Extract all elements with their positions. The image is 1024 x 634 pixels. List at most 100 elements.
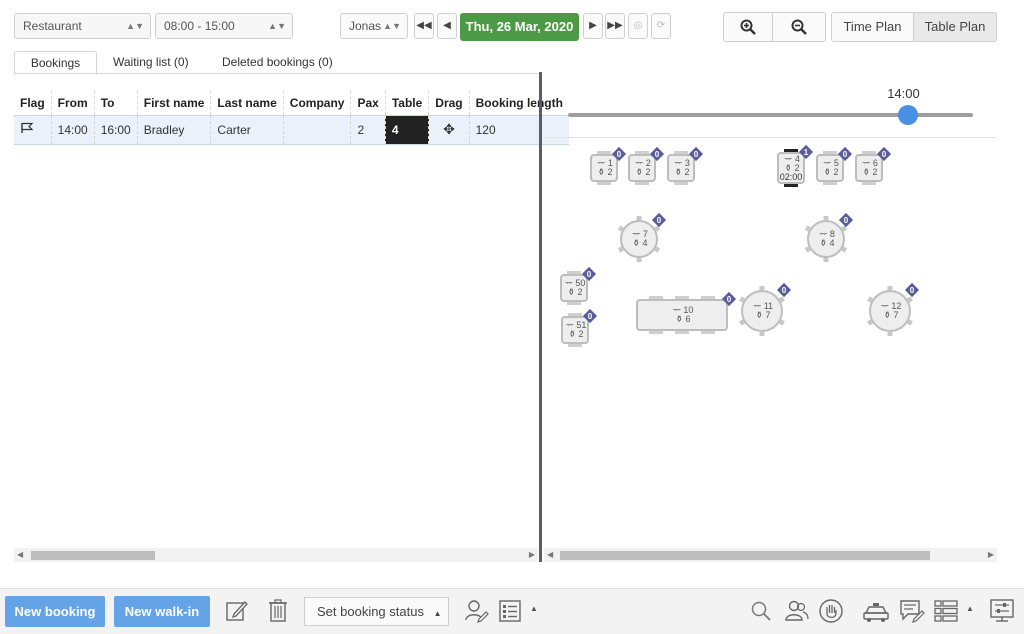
list-view-icon[interactable] <box>497 598 523 624</box>
floor-table-10[interactable]: ᅲ 10⚱ 60 <box>636 291 737 334</box>
floor-table-1[interactable]: ᅲ 1⚱ 20 <box>590 146 627 185</box>
assign-guest-icon[interactable] <box>463 598 489 624</box>
booking-count-label: 0 <box>588 312 593 321</box>
scroll-left-icon[interactable]: ◀ <box>547 548 553 562</box>
col-header-pax[interactable]: Pax <box>350 91 386 115</box>
pax-cell[interactable]: 2 <box>350 114 386 145</box>
sort-arrows-icon: ▲▼ <box>126 21 144 31</box>
col-header-drag[interactable]: Drag <box>428 91 470 115</box>
table-seats: ⚱ 2 <box>823 167 838 177</box>
panel-splitter[interactable] <box>539 72 542 562</box>
bookings-horizontal-scrollbar[interactable]: ◀ ▶ <box>14 548 538 562</box>
booking-count-label: 0 <box>655 150 660 159</box>
venue-select-value: Restaurant <box>23 19 82 33</box>
caret-up-icon[interactable]: ▲ <box>966 604 974 613</box>
scroll-right-icon[interactable]: ▶ <box>988 548 994 562</box>
tab-deleted-bookings[interactable]: Deleted bookings (0) <box>208 51 347 75</box>
new-walkin-button[interactable]: New walk-in <box>114 596 210 627</box>
edit-icon[interactable] <box>224 598 250 624</box>
settings-sliders-icon[interactable] <box>988 598 1016 624</box>
drag-cell[interactable]: ✥ <box>428 114 470 145</box>
time-slider-thumb[interactable] <box>898 105 919 125</box>
first-day-button[interactable]: ◀◀ <box>414 13 434 39</box>
col-header-flag[interactable]: Flag <box>14 91 52 115</box>
table-plan-canvas: ᅲ 1⚱ 20ᅲ 2⚱ 20ᅲ 3⚱ 20 ᅲ 4⚱ 202:001ᅲ 5⚱ 20… <box>560 144 920 347</box>
scrollbar-thumb[interactable] <box>31 551 155 560</box>
user-select[interactable]: Jonas ▲▼ <box>340 13 408 39</box>
today-button[interactable]: ◎ <box>628 13 648 39</box>
table-row[interactable]: 14:00 16:00 Bradley Carter 2 4 ✥ 120 <box>14 114 569 145</box>
col-header-last-name[interactable]: Last name <box>210 91 284 115</box>
search-icon[interactable] <box>750 600 772 622</box>
refresh-button[interactable]: ⟳ <box>651 13 671 39</box>
floor-table-4[interactable]: ᅲ 4⚱ 202:001 <box>777 144 814 187</box>
time-range-select[interactable]: 08:00 - 15:00 ▲▼ <box>155 13 293 39</box>
chair <box>867 319 874 326</box>
floor-table-50[interactable]: ᅲ 50⚱ 20 <box>560 266 597 305</box>
table-plan-button[interactable]: Table Plan <box>913 12 997 42</box>
next-day-button[interactable]: ▶ <box>583 13 603 39</box>
chair <box>784 184 798 187</box>
chair <box>867 296 874 303</box>
chair <box>674 182 688 185</box>
chair <box>778 296 785 303</box>
table-cell[interactable]: 4 <box>385 114 430 145</box>
company-cell[interactable] <box>283 114 352 145</box>
chair <box>597 151 611 154</box>
table-seats: ⚱ 2 <box>597 167 612 177</box>
floor-table-6[interactable]: ᅲ 6⚱ 20 <box>855 146 892 185</box>
booking-count-label: 0 <box>844 216 849 225</box>
move-icon[interactable]: ✥ <box>443 121 455 137</box>
col-header-table[interactable]: Table <box>385 91 430 115</box>
message-edit-icon[interactable] <box>898 598 926 624</box>
scrollbar-thumb[interactable] <box>560 551 930 560</box>
table-seats: ⚱ 2 <box>567 287 582 297</box>
chair <box>778 319 785 326</box>
floor-table-12[interactable]: ᅲ 12⚱ 70 <box>867 282 920 336</box>
flag-icon <box>21 122 34 133</box>
floor-table-5[interactable]: ᅲ 5⚱ 20 <box>816 146 853 185</box>
caret-up-icon[interactable]: ▲ <box>530 604 538 613</box>
taxi-icon[interactable] <box>862 600 890 624</box>
prev-day-button[interactable]: ◀ <box>437 13 457 39</box>
col-header-from[interactable]: From <box>51 91 95 115</box>
floor-table-8[interactable]: ᅲ 8⚱ 40 <box>804 212 854 262</box>
chair <box>617 246 624 253</box>
last-day-button[interactable]: ▶▶ <box>605 13 625 39</box>
to-cell[interactable]: 16:00 <box>94 114 138 145</box>
layout-list-icon[interactable] <box>933 599 959 623</box>
from-cell[interactable]: 14:00 <box>51 114 95 145</box>
floor-table-7[interactable]: ᅲ 7⚱ 40 <box>617 212 667 262</box>
venue-select[interactable]: Restaurant ▲▼ <box>14 13 151 39</box>
hand-stop-icon[interactable] <box>818 598 844 624</box>
col-header-first-name[interactable]: First name <box>137 91 212 115</box>
table-seats: ⚱ 7 <box>883 310 898 320</box>
zoom-out-button[interactable] <box>772 12 826 42</box>
floor-table-11[interactable]: ᅲ 11⚱ 70 <box>739 282 792 336</box>
tab-bookings[interactable]: Bookings <box>14 51 97 75</box>
chair <box>841 225 848 232</box>
chair <box>649 296 663 299</box>
time-plan-button[interactable]: Time Plan <box>831 12 914 42</box>
trash-icon[interactable] <box>266 598 290 624</box>
col-header-booking-length[interactable]: Booking length <box>469 91 569 115</box>
tab-waiting-list[interactable]: Waiting list (0) <box>99 51 203 75</box>
first-name-cell[interactable]: Bradley <box>137 114 212 145</box>
chair <box>823 151 837 154</box>
guests-icon[interactable] <box>784 598 810 624</box>
plan-horizontal-scrollbar[interactable]: ◀ ▶ <box>544 548 997 562</box>
set-booking-status-button[interactable]: Set booking status ▲ <box>304 597 449 626</box>
floor-table-3[interactable]: ᅲ 3⚱ 20 <box>667 146 704 185</box>
date-picker-button[interactable]: Thu, 26 Mar, 2020 <box>460 13 579 41</box>
scroll-right-icon[interactable]: ▶ <box>529 548 535 562</box>
scroll-left-icon[interactable]: ◀ <box>17 548 23 562</box>
last-name-cell[interactable]: Carter <box>210 114 284 145</box>
zoom-in-button[interactable] <box>723 12 773 42</box>
col-header-to[interactable]: To <box>94 91 138 115</box>
flag-cell[interactable] <box>14 114 52 145</box>
floor-table-2[interactable]: ᅲ 2⚱ 20 <box>628 146 665 185</box>
col-header-company[interactable]: Company <box>283 91 352 115</box>
new-booking-button[interactable]: New booking <box>5 596 105 627</box>
booking-count-label: 0 <box>727 295 732 304</box>
floor-table-51[interactable]: ᅲ 51⚱ 20 <box>561 308 598 347</box>
